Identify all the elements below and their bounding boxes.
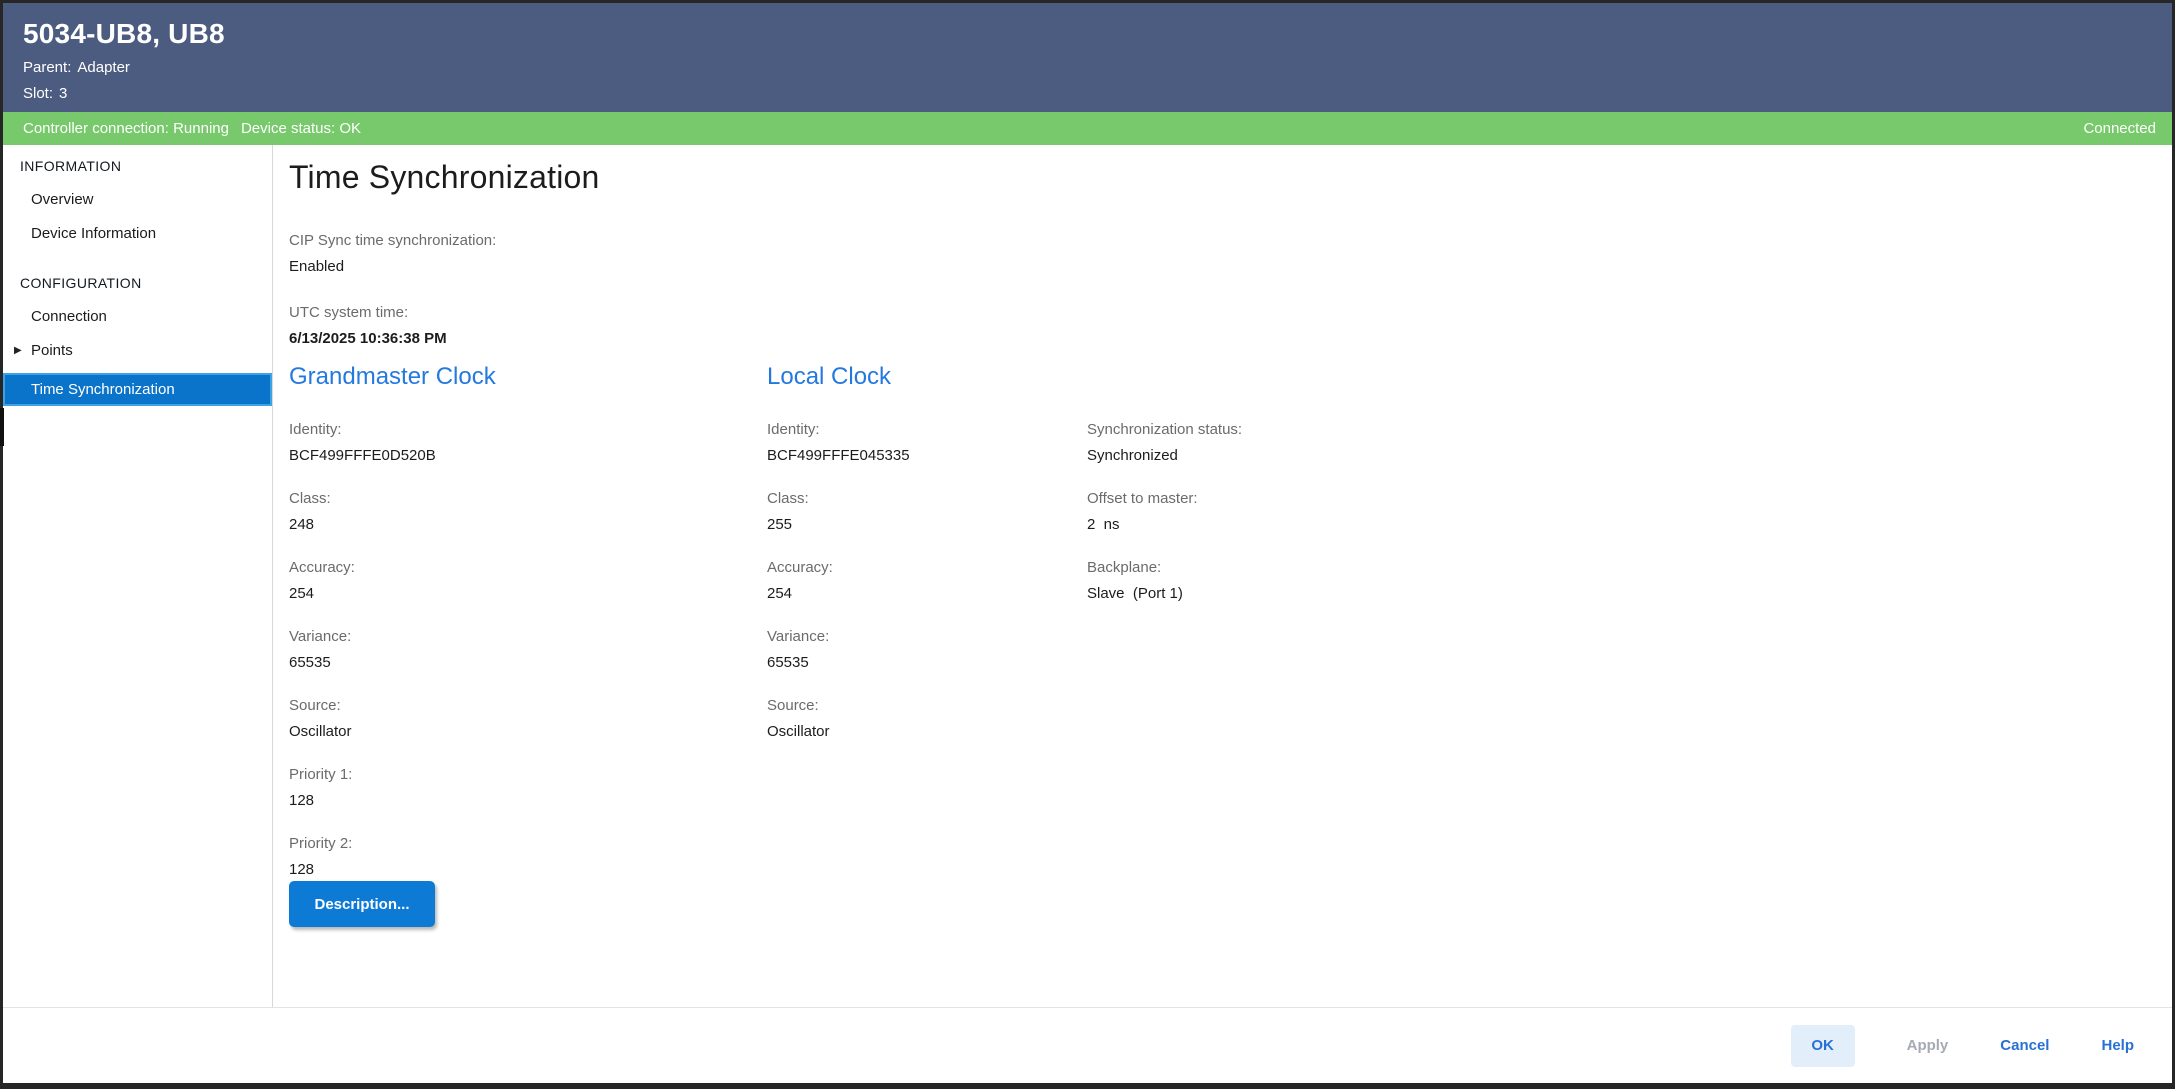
- field-value: Slave (Port 1): [1087, 585, 1183, 602]
- field-value: 65535: [289, 654, 331, 671]
- field-label: Priority 1:: [289, 766, 353, 783]
- field-gm-class: Class: 248: [289, 489, 331, 535]
- field-label: Class:: [767, 490, 809, 507]
- field-gm-variance: Variance: 65535: [289, 627, 351, 673]
- field-gm-priority1: Priority 1: 128: [289, 765, 352, 811]
- apply-button[interactable]: Apply: [1907, 1037, 1949, 1054]
- field-local-class: Class: 255: [767, 489, 809, 535]
- field-utc-time: UTC system time: 6/13/2025 10:36:38 PM: [289, 303, 447, 349]
- sidebar-item-label: Time Synchronization: [31, 381, 175, 398]
- ok-button[interactable]: OK: [1790, 1024, 1855, 1067]
- sidebar-section-configuration: CONFIGURATION: [20, 275, 142, 291]
- sidebar-item-time-synchronization[interactable]: Time Synchronization: [3, 373, 272, 406]
- connection-state-badge: Connected: [2083, 120, 2156, 137]
- field-gm-source: Source: Oscillator: [289, 696, 352, 742]
- field-local-accuracy: Accuracy: 254: [767, 558, 833, 604]
- field-label: Priority 2:: [289, 835, 353, 852]
- field-label: Accuracy:: [289, 559, 355, 576]
- cancel-button[interactable]: Cancel: [2000, 1037, 2049, 1054]
- field-label: Variance:: [289, 628, 352, 645]
- sidebar-item-connection[interactable]: Connection: [3, 300, 272, 334]
- left-edge-mark: [0, 408, 4, 446]
- parent-line: Parent: Adapter: [23, 58, 2152, 78]
- parent-label: Parent:: [23, 59, 72, 76]
- field-label: Synchronization status:: [1087, 421, 1243, 438]
- field-value: 254: [289, 585, 315, 602]
- slot-line: Slot: 3: [23, 84, 2152, 104]
- sidebar: INFORMATION Overview Device Information …: [3, 145, 273, 1007]
- sidebar-item-device-information[interactable]: Device Information: [3, 217, 272, 251]
- main-content: Time Synchronization CIP Sync time synch…: [273, 145, 2172, 1007]
- device-status: Device status: OK: [240, 120, 362, 137]
- field-label: CIP Sync time synchronization:: [289, 232, 497, 249]
- field-gm-priority2: Priority 2: 128: [289, 834, 352, 880]
- field-label: Source:: [767, 697, 819, 714]
- field-local-identity: Identity: BCF499FFFE045335: [767, 420, 910, 466]
- grandmaster-clock-heading: Grandmaster Clock: [289, 363, 496, 390]
- field-label: Backplane:: [1087, 559, 1162, 576]
- field-value: 2 ns: [1087, 516, 1120, 533]
- field-value: 128: [289, 792, 315, 809]
- field-value: 254: [767, 585, 793, 602]
- description-button[interactable]: Description...: [289, 881, 435, 927]
- field-value: Oscillator: [289, 723, 352, 740]
- device-title: 5034-UB8, UB8: [23, 18, 225, 49]
- field-label: Accuracy:: [767, 559, 833, 576]
- field-label: Identity:: [289, 421, 342, 438]
- field-local-source: Source: Oscillator: [767, 696, 830, 742]
- field-backplane: Backplane: Slave (Port 1): [1087, 558, 1183, 604]
- field-label: Identity:: [767, 421, 820, 438]
- field-label: Class:: [289, 490, 331, 507]
- sidebar-item-overview[interactable]: Overview: [3, 183, 272, 217]
- field-value: BCF499FFFE0D520B: [289, 447, 436, 464]
- page-title: Time Synchronization: [289, 159, 600, 195]
- field-local-variance: Variance: 65535: [767, 627, 829, 673]
- field-value: Oscillator: [767, 723, 830, 740]
- field-value: Synchronized: [1087, 447, 1178, 464]
- field-label: Variance:: [767, 628, 830, 645]
- sidebar-item-points[interactable]: ▶ Points: [3, 334, 272, 368]
- field-value: 6/13/2025 10:36:38 PM: [289, 330, 447, 347]
- sidebar-item-label: Points: [31, 342, 73, 359]
- field-value: 65535: [767, 654, 809, 671]
- local-clock-heading: Local Clock: [767, 363, 892, 390]
- field-sync-status: Synchronization status: Synchronized: [1087, 420, 1242, 466]
- field-value: BCF499FFFE045335: [767, 447, 910, 464]
- expand-triangle-icon[interactable]: ▶: [14, 334, 22, 368]
- field-value: 255: [767, 516, 793, 533]
- body: INFORMATION Overview Device Information …: [3, 145, 2172, 1007]
- field-value: Enabled: [289, 258, 345, 275]
- slot-label: Slot:: [23, 85, 54, 102]
- footer: OK Apply Cancel Help: [3, 1007, 2172, 1083]
- header: 5034-UB8, UB8 Parent: Adapter Slot: 3: [3, 3, 2172, 112]
- help-button[interactable]: Help: [2101, 1037, 2134, 1054]
- field-value: 248: [289, 516, 315, 533]
- status-bar: Controller connection: Running Device st…: [3, 112, 2172, 145]
- sidebar-section-information: INFORMATION: [20, 158, 122, 174]
- field-label: Source:: [289, 697, 341, 714]
- parent-value: Adapter: [77, 59, 130, 76]
- field-gm-identity: Identity: BCF499FFFE0D520B: [289, 420, 436, 466]
- device-properties-window: 5034-UB8, UB8 Parent: Adapter Slot: 3 Cont…: [0, 0, 2175, 1089]
- field-label: UTC system time:: [289, 304, 409, 321]
- field-cip-sync: CIP Sync time synchronization: Enabled: [289, 231, 496, 277]
- controller-connection-status: Controller connection: Running: [23, 120, 229, 137]
- slot-value: 3: [59, 85, 68, 102]
- field-label: Offset to master:: [1087, 490, 1198, 507]
- field-value: 128: [289, 861, 315, 878]
- field-offset-to-master: Offset to master: 2 ns: [1087, 489, 1198, 535]
- field-gm-accuracy: Accuracy: 254: [289, 558, 355, 604]
